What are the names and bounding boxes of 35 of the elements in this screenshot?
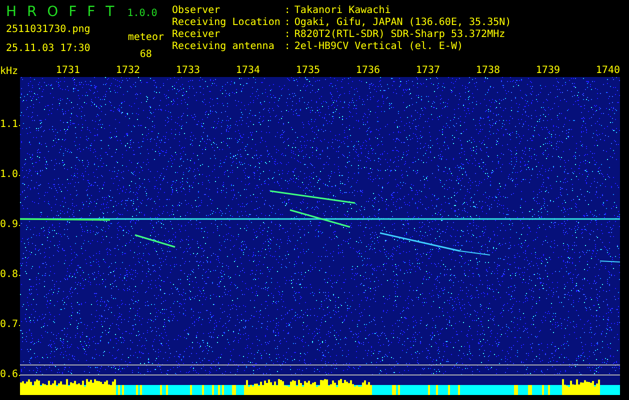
info-separator: : [284, 5, 290, 17]
info-label: Receiving Location [172, 17, 280, 29]
y-axis-label: 0.8 [0, 269, 18, 281]
x-axis-label: 1737 [416, 65, 440, 77]
x-axis-label: 1734 [236, 65, 260, 77]
x-axis-label: 1740 [596, 65, 620, 77]
info-label: Observer [172, 5, 222, 17]
info-separator: : [284, 17, 290, 29]
x-axis-label: 1736 [356, 65, 380, 77]
x-axis-label: 1731 [56, 65, 80, 77]
info-label: Receiving antenna [172, 41, 276, 53]
info-separator: : [284, 29, 290, 41]
meteor-count: 68 [140, 49, 152, 61]
version-label: 1.0.0 [127, 8, 158, 19]
unit-label: kHz [0, 65, 18, 79]
x-axis-label: 1733 [176, 65, 200, 77]
y-axis-label: 0.6 [0, 369, 18, 381]
app-title: H R O F F T [6, 4, 118, 20]
x-axis-label: 1738 [476, 65, 500, 77]
file-name: 2511031730.png [6, 24, 90, 36]
info-separator: : [284, 41, 290, 53]
x-axis-label: 1739 [536, 65, 560, 77]
y-axis-label: 0.7 [0, 319, 18, 331]
y-axis-label: 1.1 [0, 119, 18, 131]
x-axis-label: 1732 [116, 65, 140, 77]
x-axis-label: 1735 [296, 65, 320, 77]
timestamp: 25.11.03 17:30 [6, 43, 90, 55]
info-value: R820T2(RTL-SDR) SDR-Sharp 53.372MHz [294, 29, 506, 41]
info-value: Takanori Kawachi [294, 5, 392, 17]
info-value: 2el-HB9CV Vertical (el. E-W) [294, 41, 464, 53]
y-axis-label: 0.9 [0, 219, 18, 231]
y-axis-label: 1.0 [0, 169, 18, 181]
info-label: Receiver [172, 29, 222, 41]
meteor-label: meteor [128, 32, 164, 44]
info-value: Ogaki, Gifu, JAPAN (136.60E, 35.35N) [294, 17, 512, 29]
